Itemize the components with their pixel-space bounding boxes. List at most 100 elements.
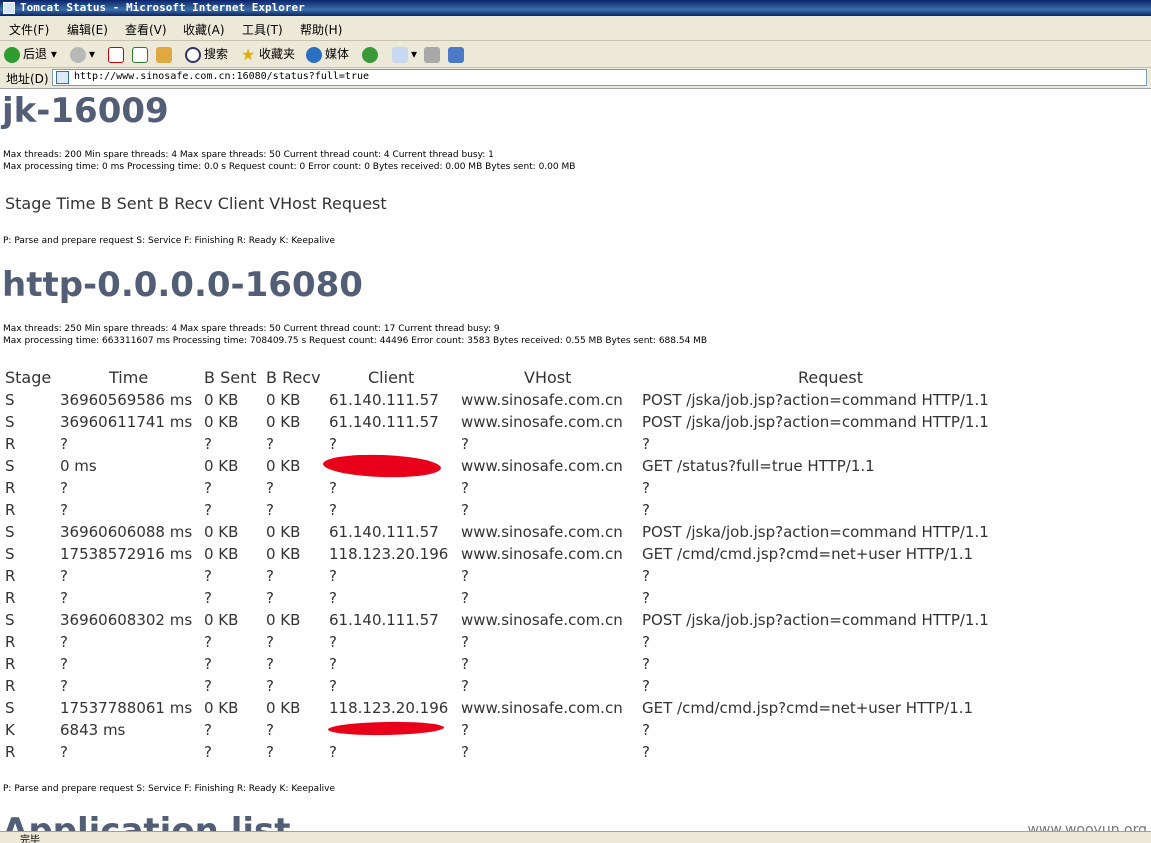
media-button[interactable]: 媒体 bbox=[306, 44, 349, 64]
menu-tools[interactable]: 工具(T) bbox=[242, 21, 283, 38]
cell-stage: R bbox=[5, 567, 16, 585]
menu-edit[interactable]: 编辑(E) bbox=[67, 21, 108, 38]
cell-client: ? bbox=[329, 589, 337, 607]
edit-button[interactable] bbox=[448, 44, 467, 64]
cell-bsent: ? bbox=[204, 567, 212, 585]
cell-bsent: 0 KB bbox=[204, 699, 239, 717]
redaction-mark bbox=[327, 720, 445, 737]
cell-client: 118.123.20.196 bbox=[329, 545, 449, 563]
stop-icon bbox=[108, 46, 124, 63]
edit-icon bbox=[448, 46, 464, 63]
col-request: Request bbox=[798, 368, 863, 387]
address-bar: 地址(D) http://www.sinosafe.com.cn:16080/s… bbox=[0, 68, 1151, 89]
print-button[interactable] bbox=[424, 44, 443, 64]
menu-view[interactable]: 查看(V) bbox=[125, 21, 167, 38]
refresh-button[interactable] bbox=[132, 44, 151, 64]
cell-bsent: ? bbox=[204, 589, 212, 607]
cell-time: 17538572916 ms bbox=[60, 545, 193, 563]
cell-vhost: ? bbox=[461, 589, 469, 607]
favorites-button[interactable]: ★ 收藏夹 bbox=[240, 44, 295, 64]
ie-icon bbox=[3, 2, 15, 14]
address-input[interactable]: http://www.sinosafe.com.cn:16080/status?… bbox=[52, 69, 1147, 86]
cell-bsent: 0 KB bbox=[204, 545, 239, 563]
cell-vhost: ? bbox=[461, 743, 469, 761]
jk-legend: P: Parse and prepare request S: Service … bbox=[3, 236, 335, 246]
cell-time: ? bbox=[60, 633, 68, 651]
cell-vhost: www.sinosafe.com.cn bbox=[461, 391, 623, 409]
cell-bsent: 0 KB bbox=[204, 391, 239, 409]
col-time: Time bbox=[109, 368, 149, 387]
cell-vhost: www.sinosafe.com.cn bbox=[461, 457, 623, 475]
cell-request: ? bbox=[642, 479, 650, 497]
menu-file[interactable]: 文件(F) bbox=[9, 21, 49, 38]
stop-button[interactable] bbox=[108, 44, 127, 64]
cell-stage: R bbox=[5, 479, 16, 497]
cell-client: ? bbox=[329, 633, 337, 651]
cell-bsent: ? bbox=[204, 655, 212, 673]
cell-vhost: ? bbox=[461, 435, 469, 453]
cell-stage: K bbox=[5, 721, 15, 739]
cell-brecv: 0 KB bbox=[266, 457, 301, 475]
cell-request: POST /jska/job.jsp?action=command HTTP/1… bbox=[642, 391, 989, 409]
jk-header-row: Stage Time B Sent B Recv Client VHost Re… bbox=[5, 194, 387, 213]
media-label: 媒体 bbox=[325, 47, 350, 61]
cell-brecv: ? bbox=[266, 677, 274, 695]
http-processing-info: Max processing time: 663311607 ms Proces… bbox=[3, 336, 708, 346]
cell-stage: R bbox=[5, 589, 16, 607]
cell-request: ? bbox=[642, 677, 650, 695]
search-label: 搜索 bbox=[204, 47, 229, 61]
cell-vhost: ? bbox=[461, 655, 469, 673]
cell-request: POST /jska/job.jsp?action=command HTTP/1… bbox=[642, 413, 989, 431]
cell-brecv: 0 KB bbox=[266, 611, 301, 629]
cell-brecv: ? bbox=[266, 501, 274, 519]
cell-bsent: ? bbox=[204, 677, 212, 695]
back-button[interactable]: 后退 ▾ bbox=[4, 44, 57, 64]
cell-client: ? bbox=[329, 677, 337, 695]
cell-vhost: ? bbox=[461, 501, 469, 519]
mail-button[interactable]: ▾ bbox=[392, 44, 417, 64]
cell-bsent: 0 KB bbox=[204, 611, 239, 629]
back-arrow-icon bbox=[4, 46, 20, 63]
cell-stage: S bbox=[5, 413, 15, 431]
cell-bsent: ? bbox=[204, 633, 212, 651]
jk-processing-info: Max processing time: 0 ms Processing tim… bbox=[3, 162, 576, 172]
cell-time: 0 ms bbox=[60, 457, 97, 475]
cell-stage: R bbox=[5, 655, 16, 673]
col-bsent: B Sent bbox=[204, 368, 257, 387]
cell-request: ? bbox=[642, 721, 650, 739]
cell-time: ? bbox=[60, 435, 68, 453]
cell-stage: R bbox=[5, 743, 16, 761]
menu-favorites[interactable]: 收藏(A) bbox=[183, 21, 225, 38]
forward-button[interactable]: ▾ bbox=[70, 44, 95, 64]
cell-request: ? bbox=[642, 589, 650, 607]
cell-stage: R bbox=[5, 633, 16, 651]
cell-vhost: ? bbox=[461, 567, 469, 585]
address-url[interactable]: http://www.sinosafe.com.cn:16080/status?… bbox=[74, 71, 369, 82]
cell-client: ? bbox=[329, 743, 337, 761]
search-icon bbox=[185, 46, 201, 63]
search-button[interactable]: 搜索 bbox=[185, 44, 228, 64]
cell-client: ? bbox=[329, 435, 337, 453]
cell-time: ? bbox=[60, 501, 68, 519]
cell-time: 36960569586 ms bbox=[60, 391, 193, 409]
cell-time: 36960611741 ms bbox=[60, 413, 193, 431]
cell-stage: R bbox=[5, 435, 16, 453]
cell-brecv: 0 KB bbox=[266, 391, 301, 409]
history-button[interactable] bbox=[362, 44, 381, 64]
cell-bsent: 0 KB bbox=[204, 413, 239, 431]
home-button[interactable] bbox=[156, 44, 175, 64]
cell-time: ? bbox=[60, 655, 68, 673]
toolbar: 后退 ▾ ▾ 搜索 ★ 收藏夹 媒体 ▾ bbox=[0, 41, 1151, 68]
menu-bar: 文件(F) 编辑(E) 查看(V) 收藏(A) 工具(T) 帮助(H) bbox=[0, 16, 1151, 41]
media-icon bbox=[306, 46, 322, 63]
cell-request: GET /cmd/cmd.jsp?cmd=net+user HTTP/1.1 bbox=[642, 699, 974, 717]
cell-bsent: ? bbox=[204, 743, 212, 761]
status-text: 完毕 bbox=[20, 835, 40, 843]
menu-help[interactable]: 帮助(H) bbox=[300, 21, 342, 38]
cell-stage: S bbox=[5, 457, 15, 475]
forward-arrow-icon bbox=[70, 46, 86, 63]
cell-client: ? bbox=[329, 567, 337, 585]
refresh-icon bbox=[132, 46, 148, 63]
connector-title-http: http-0.0.0.0-16080 bbox=[2, 265, 363, 305]
redaction-mark bbox=[322, 452, 442, 480]
